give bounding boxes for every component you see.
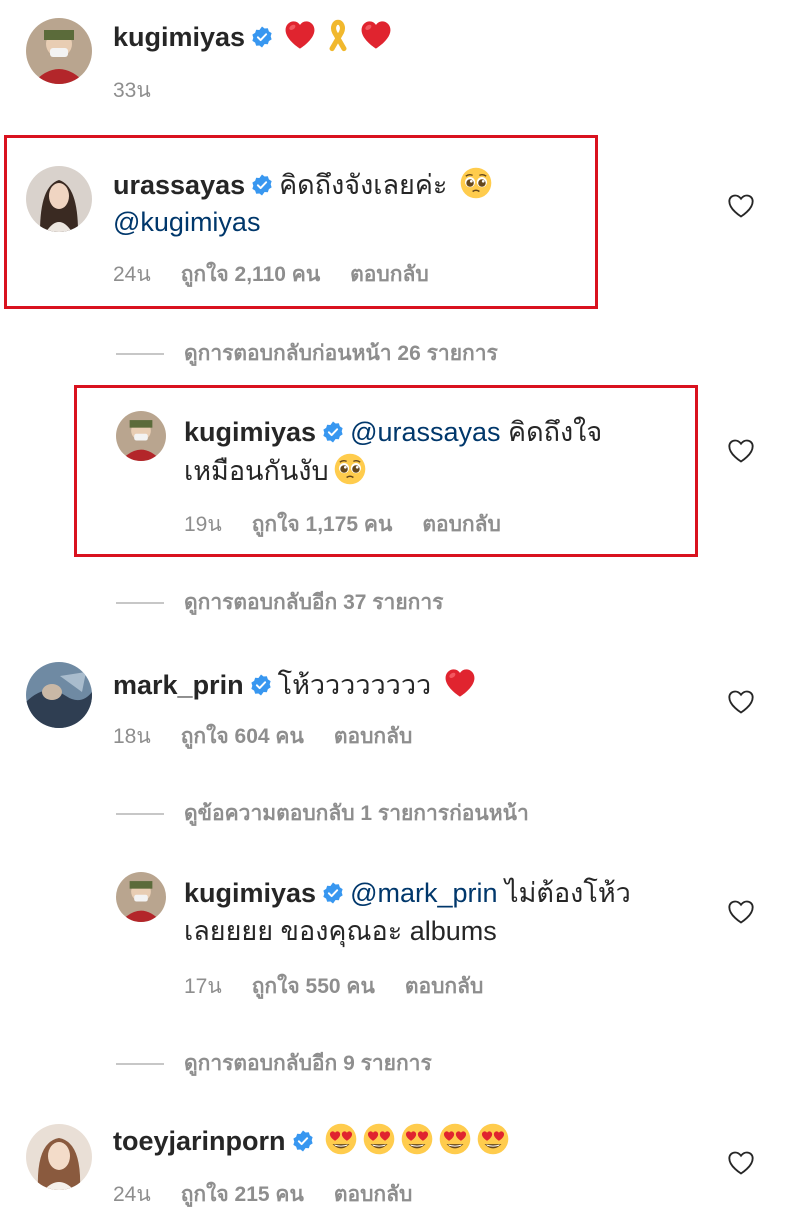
verified-badge-icon: [322, 421, 344, 443]
avatar[interactable]: [26, 662, 92, 728]
reply-button[interactable]: ตอบกลับ: [422, 513, 501, 536]
heart-eyes-icon: [362, 1122, 396, 1156]
comment-text: ไม่ต้องโห้ว: [505, 878, 631, 908]
pleading-face-icon: [333, 452, 367, 486]
likes-count[interactable]: ถูกใจ 1,175 คน: [252, 513, 393, 536]
reply-button[interactable]: ตอบกลับ: [334, 1183, 413, 1206]
verified-badge-icon: [251, 26, 273, 48]
divider: [116, 352, 164, 355]
avatar[interactable]: [26, 1124, 92, 1190]
comment-text: คิดถึงใจ: [508, 417, 603, 447]
username[interactable]: mark_prin: [113, 670, 244, 700]
username[interactable]: toeyjarinporn: [113, 1126, 286, 1156]
username[interactable]: urassayas: [113, 170, 245, 200]
username[interactable]: kugimiyas: [184, 878, 316, 908]
heart-eyes-icon: [400, 1122, 434, 1156]
comment-text: คิดถึงจังเลยค่ะ: [279, 170, 448, 200]
verified-badge-icon: [251, 174, 273, 196]
likes-count[interactable]: ถูกใจ 550 คน: [252, 975, 375, 998]
reply-button[interactable]: ตอบกลับ: [334, 725, 413, 748]
likes-count[interactable]: ถูกใจ 2,110 คน: [181, 263, 320, 286]
divider: [116, 812, 164, 815]
red-heart-icon: [359, 18, 393, 52]
pleading-face-icon: [459, 166, 493, 200]
red-heart-icon: [283, 18, 317, 52]
avatar[interactable]: [26, 18, 92, 84]
mention-link[interactable]: @urassayas: [350, 417, 500, 447]
heart-eyes-icon: [438, 1122, 472, 1156]
avatar[interactable]: [26, 166, 92, 232]
username[interactable]: kugimiyas: [184, 417, 316, 447]
comment-time: 33น: [113, 79, 151, 102]
comment-text-continued: เลยยยย ของคุณอะ albums: [184, 916, 497, 946]
mention-link[interactable]: @kugimiyas: [113, 207, 260, 237]
avatar[interactable]: [116, 872, 166, 922]
comment-text-continued: เหมือนกันงับ: [184, 456, 329, 486]
comment-time: 19น: [184, 513, 222, 536]
username[interactable]: kugimiyas: [113, 22, 245, 52]
yellow-ribbon-icon: [321, 18, 355, 52]
view-replies-button[interactable]: ดูการตอบกลับก่อนหน้า 26 รายการ: [116, 337, 498, 370]
comment-text: โห้วววววววว: [277, 670, 432, 700]
like-heart-icon[interactable]: [727, 438, 755, 464]
avatar[interactable]: [116, 411, 166, 461]
mention-link[interactable]: @mark_prin: [350, 878, 497, 908]
likes-count[interactable]: ถูกใจ 604 คน: [181, 725, 304, 748]
view-replies-button[interactable]: ดูข้อความตอบกลับ 1 รายการก่อนหน้า: [116, 797, 529, 830]
reply-button[interactable]: ตอบกลับ: [405, 975, 484, 998]
comment-time: 18น: [113, 725, 151, 748]
like-heart-icon[interactable]: [727, 689, 755, 715]
verified-badge-icon: [292, 1130, 314, 1152]
verified-badge-icon: [250, 674, 272, 696]
like-heart-icon[interactable]: [727, 193, 755, 219]
divider: [116, 601, 164, 604]
red-heart-icon: [443, 666, 477, 700]
divider: [116, 1062, 164, 1065]
view-replies-button[interactable]: ดูการตอบกลับอีก 37 รายการ: [116, 586, 443, 619]
comment-time: 17น: [184, 975, 222, 998]
like-heart-icon[interactable]: [727, 1150, 755, 1176]
heart-eyes-icon: [476, 1122, 510, 1156]
comment-time: 24น: [113, 263, 151, 286]
like-heart-icon[interactable]: [727, 899, 755, 925]
likes-count[interactable]: ถูกใจ 215 คน: [181, 1183, 304, 1206]
verified-badge-icon: [322, 882, 344, 904]
heart-eyes-icon: [324, 1122, 358, 1156]
view-replies-button[interactable]: ดูการตอบกลับอีก 9 รายการ: [116, 1047, 432, 1080]
reply-button[interactable]: ตอบกลับ: [350, 263, 429, 286]
comment-time: 24น: [113, 1183, 151, 1206]
